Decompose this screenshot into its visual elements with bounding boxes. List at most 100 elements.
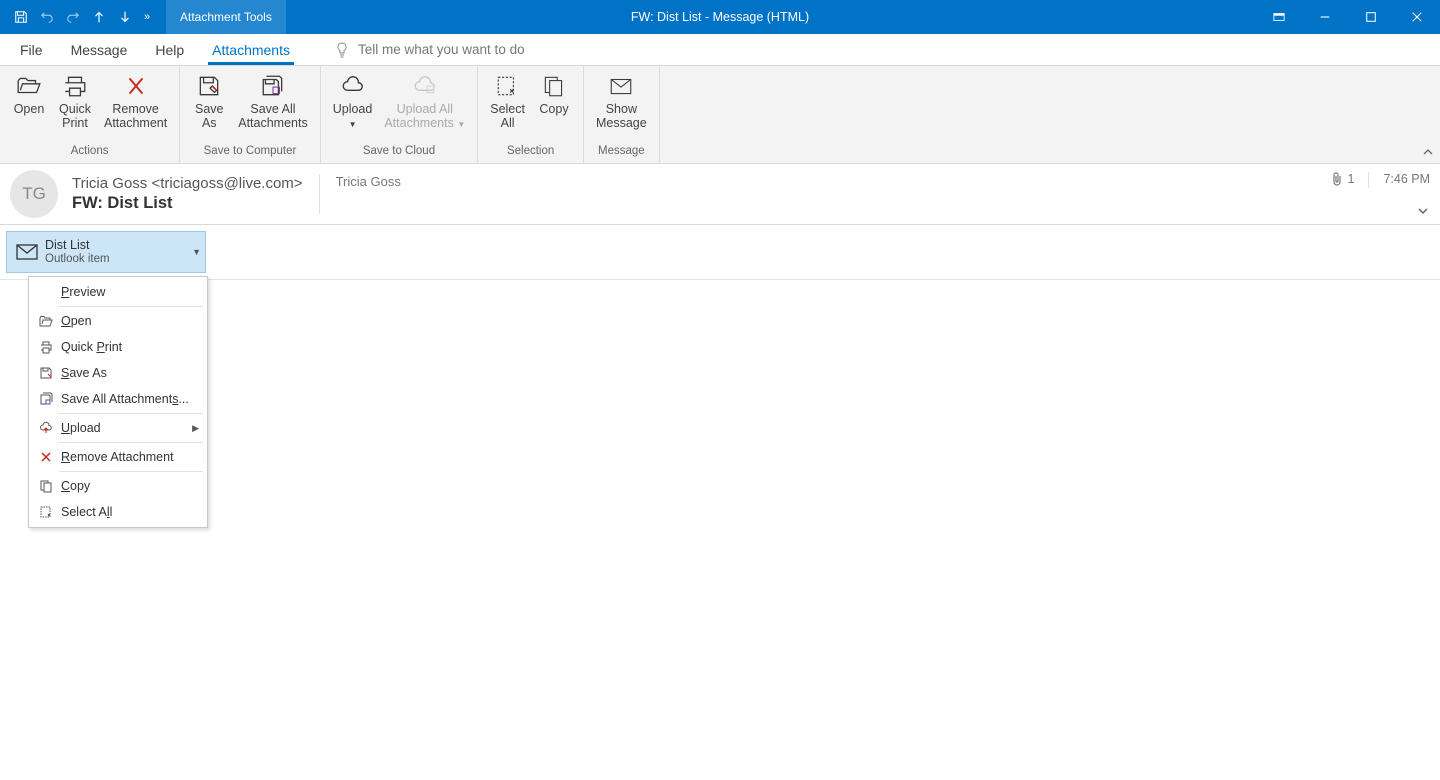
menu-copy[interactable]: Copy [29, 473, 207, 499]
subject-field: FW: Dist List [72, 194, 303, 213]
up-arrow-button[interactable] [86, 0, 112, 34]
show-message-button[interactable]: Show Message [590, 70, 653, 133]
attachment-area: Dist List Outlook item ▼ [0, 225, 1440, 280]
copy-icon [541, 75, 567, 97]
folder-open-icon [16, 75, 42, 97]
message-time: 7:46 PM [1383, 172, 1430, 186]
ribbon-group-save-cloud: Upload▼ Upload All Attachments ▼ Save to… [321, 66, 479, 163]
paperclip-icon [1331, 172, 1343, 186]
minimize-button[interactable] [1302, 0, 1348, 34]
save-as-icon [196, 75, 222, 97]
collapse-ribbon-button[interactable] [1422, 146, 1434, 161]
cloud-icon [340, 75, 366, 97]
remove-attachment-button[interactable]: Remove Attachment [98, 70, 173, 133]
tab-attachments[interactable]: Attachments [198, 34, 304, 66]
redo-icon [66, 10, 80, 24]
ribbon-group-message: Show Message Message [584, 66, 660, 163]
lightbulb-icon [334, 42, 350, 58]
close-button[interactable] [1394, 0, 1440, 34]
submenu-arrow-icon: ▶ [192, 423, 199, 434]
save-all-icon [260, 75, 286, 97]
folder-open-icon [39, 314, 53, 328]
save-icon-button[interactable] [8, 0, 34, 34]
menu-quick-print[interactable]: Quick Print [29, 334, 207, 360]
group-label-save-cloud: Save to Cloud [321, 145, 478, 163]
ribbon-display-button[interactable] [1256, 0, 1302, 34]
tab-message[interactable]: Message [57, 34, 142, 66]
select-all-icon [39, 505, 53, 519]
printer-icon [62, 75, 88, 97]
save-all-attachments-button[interactable]: Save All Attachments [232, 70, 313, 133]
menu-remove-attachment[interactable]: Remove Attachment [29, 444, 207, 470]
group-label-selection: Selection [478, 145, 583, 163]
select-all-button[interactable]: Select All [484, 70, 531, 133]
attachment-type: Outlook item [45, 253, 110, 267]
expand-header-button[interactable] [1416, 205, 1430, 220]
title-bar: » Attachment Tools FW: Dist List - Messa… [0, 0, 1440, 34]
maximize-icon [1365, 11, 1377, 23]
menu-save-all-attachments[interactable]: Save All Attachments... [29, 386, 207, 412]
menu-upload[interactable]: Upload ▶ [29, 415, 207, 441]
save-as-icon [39, 366, 53, 380]
undo-icon [40, 10, 54, 24]
upload-all-attachments-button: Upload All Attachments ▼ [378, 70, 471, 133]
ribbon: Open Quick Print Remove Attachment Actio… [0, 66, 1440, 164]
header-separator [319, 174, 320, 214]
tab-help[interactable]: Help [141, 34, 198, 66]
arrow-down-icon [118, 10, 132, 24]
save-all-icon [39, 392, 53, 406]
open-button[interactable]: Open [6, 70, 52, 118]
redo-button[interactable] [60, 0, 86, 34]
ribbon-group-save-computer: Save As Save All Attachments Save to Com… [180, 66, 320, 163]
menu-save-as[interactable]: Save As [29, 360, 207, 386]
sender-avatar: TG [10, 170, 58, 218]
down-arrow-button[interactable] [112, 0, 138, 34]
menu-open[interactable]: Open [29, 308, 207, 334]
message-header: TG Tricia Goss <triciagoss@live.com> FW:… [0, 164, 1440, 225]
save-icon [14, 10, 28, 24]
attachment-dropdown-button[interactable]: ▼ [192, 247, 201, 257]
attachment-context-menu: Preview Open Quick Print Save As Save Al… [28, 276, 208, 528]
save-as-button[interactable]: Save As [186, 70, 232, 133]
menu-select-all[interactable]: Select All [29, 499, 207, 525]
printer-icon [39, 340, 53, 354]
envelope-icon [13, 244, 41, 260]
qat-more-button[interactable]: » [138, 0, 156, 34]
arrow-up-icon [92, 10, 106, 24]
group-label-save-computer: Save to Computer [180, 145, 319, 163]
from-field: Tricia Goss <triciagoss@live.com> [72, 175, 303, 192]
x-icon [123, 75, 149, 97]
undo-button[interactable] [34, 0, 60, 34]
tell-me-label: Tell me what you want to do [358, 42, 525, 57]
envelope-icon [608, 75, 634, 97]
maximize-button[interactable] [1348, 0, 1394, 34]
quick-print-button[interactable]: Quick Print [52, 70, 98, 133]
ribbon-display-icon [1273, 11, 1285, 23]
attachment-name: Dist List [45, 238, 110, 253]
window-controls [1256, 0, 1440, 34]
cloud-all-icon [412, 75, 438, 97]
menu-preview[interactable]: Preview [29, 279, 207, 305]
attachment-chip[interactable]: Dist List Outlook item ▼ [6, 231, 206, 273]
upload-button[interactable]: Upload▼ [327, 70, 379, 133]
group-label-actions: Actions [0, 145, 179, 163]
cloud-upload-icon [39, 421, 53, 435]
ribbon-group-actions: Open Quick Print Remove Attachment Actio… [0, 66, 180, 163]
tab-file[interactable]: File [6, 34, 57, 66]
chevron-up-icon [1422, 146, 1434, 158]
to-field: Tricia Goss [336, 174, 401, 218]
chevron-down-icon [1416, 205, 1430, 217]
quick-access-toolbar: » [0, 0, 156, 34]
tell-me-search[interactable]: Tell me what you want to do [334, 42, 525, 58]
ribbon-group-selection: Select All Copy Selection [478, 66, 584, 163]
select-all-icon [495, 75, 521, 97]
group-label-message: Message [584, 145, 659, 163]
ribbon-tabs: File Message Help Attachments Tell me wh… [0, 34, 1440, 66]
contextual-tab-attachment-tools[interactable]: Attachment Tools [166, 0, 286, 34]
copy-button[interactable]: Copy [531, 70, 577, 118]
close-icon [1411, 11, 1423, 23]
x-icon [39, 450, 53, 464]
copy-icon [39, 479, 53, 493]
minimize-icon [1319, 11, 1331, 23]
window-title: FW: Dist List - Message (HTML) [631, 0, 809, 34]
